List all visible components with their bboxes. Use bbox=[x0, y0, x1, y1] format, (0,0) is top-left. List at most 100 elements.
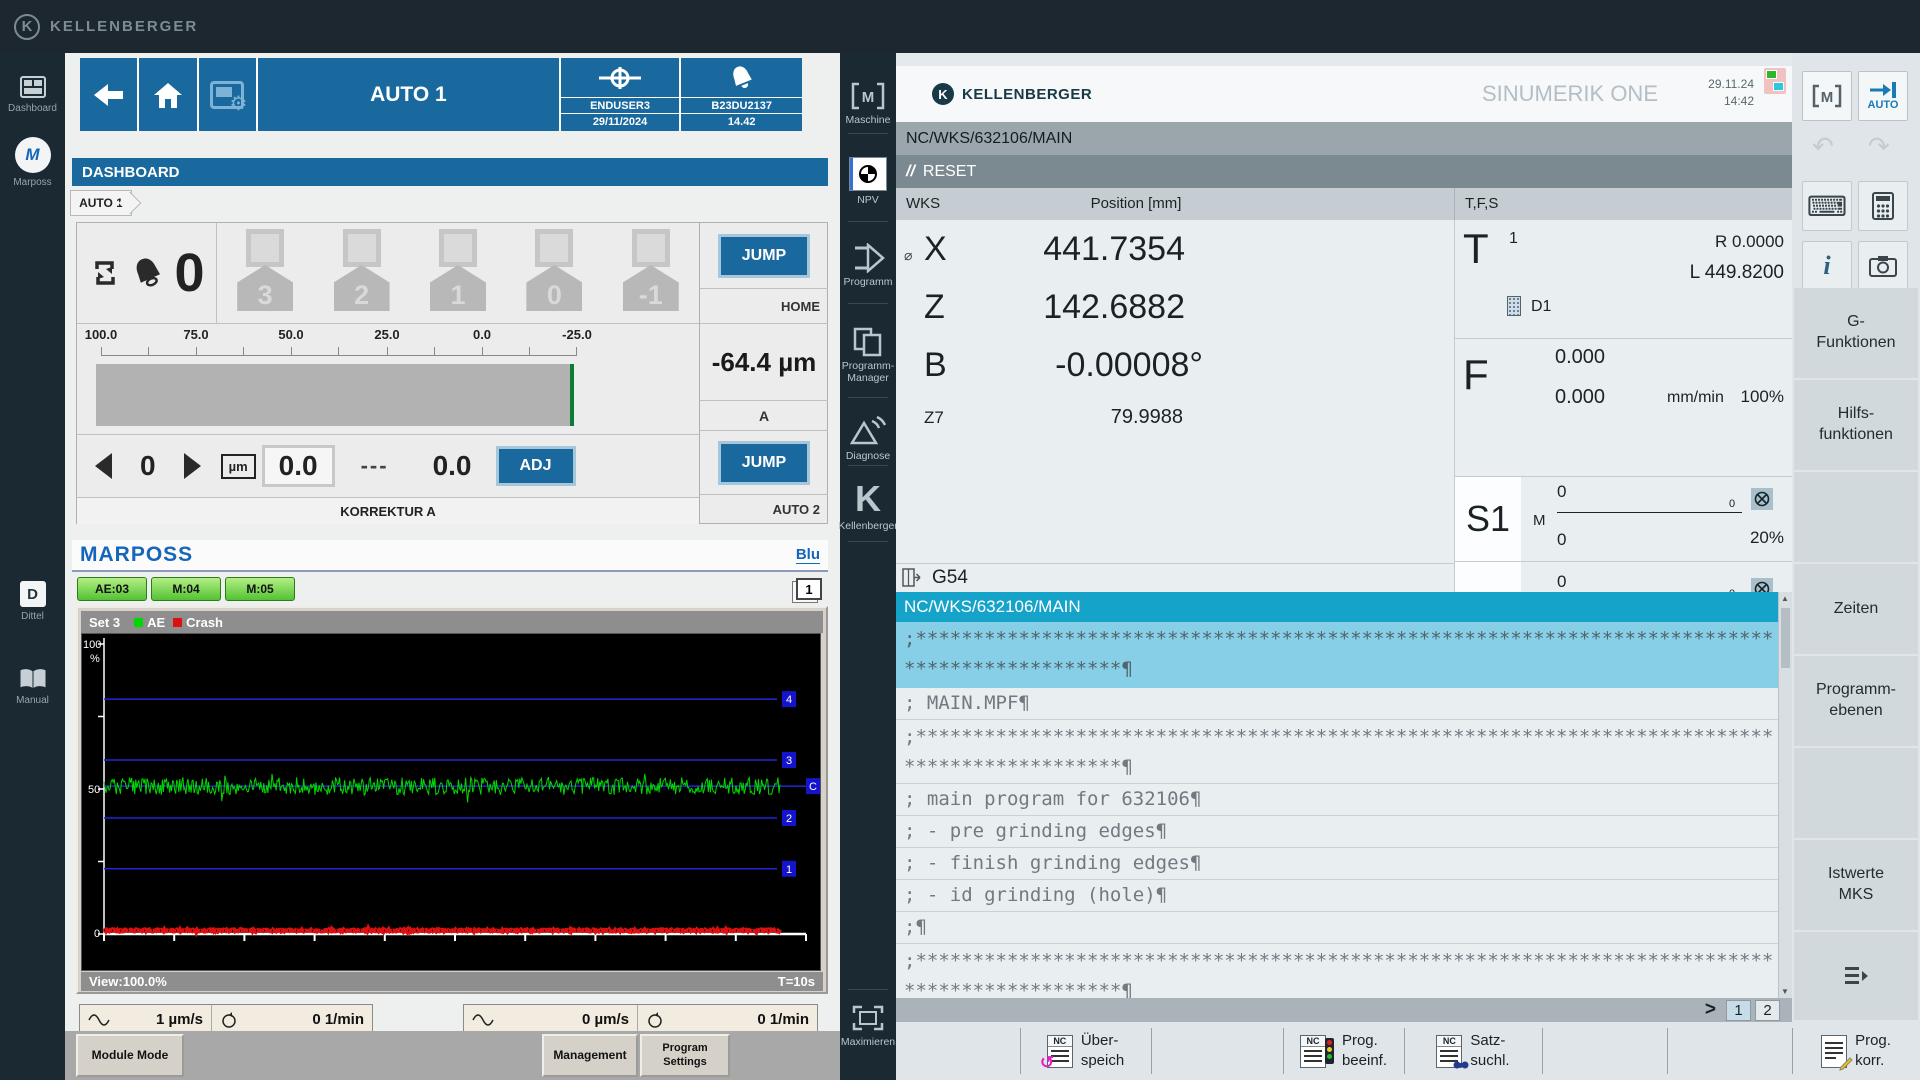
scroll-up-icon[interactable]: ▲ bbox=[1781, 594, 1789, 603]
softkey-menu-extend[interactable] bbox=[1794, 932, 1918, 1020]
pager-page-1[interactable]: 1 bbox=[1726, 1000, 1751, 1021]
scroll-thumb[interactable] bbox=[1781, 608, 1790, 668]
keyboard-button[interactable]: ⌨ bbox=[1802, 181, 1852, 231]
marker-square-icon bbox=[439, 229, 477, 267]
adj-button[interactable]: ADJ bbox=[496, 446, 576, 486]
redo-icon[interactable]: ↷ bbox=[1868, 133, 1890, 159]
sidebar-item-manual[interactable]: Manual bbox=[0, 667, 65, 706]
nav-item-diagnose[interactable]: Diagnose bbox=[840, 415, 896, 462]
softkey-empty[interactable] bbox=[1794, 748, 1918, 838]
spindle1-actual: 0 bbox=[1557, 482, 1566, 502]
position-header: Position [mm] bbox=[1046, 195, 1226, 212]
panel-settings-icon: ⚙ bbox=[210, 81, 244, 109]
softkey-separator bbox=[1151, 1028, 1152, 1074]
home-icon bbox=[152, 80, 184, 110]
program-line[interactable]: ;***************************************… bbox=[896, 720, 1778, 784]
softkey-separator bbox=[1542, 1028, 1543, 1074]
axis-row-x: ⌀ X 441.7354 bbox=[896, 230, 1455, 269]
sidebar-label: Manual bbox=[16, 695, 49, 706]
jump-home-button[interactable]: JUMP bbox=[718, 234, 810, 278]
sidebar-item-dittel[interactable]: D Dittel bbox=[0, 581, 65, 622]
nav-item-npv[interactable]: NPV bbox=[840, 157, 896, 206]
axis-value: 142.6882 bbox=[984, 288, 1455, 327]
softkey-satzsuchlauf[interactable]: NC Satz-suchl. bbox=[1404, 1022, 1542, 1080]
marposs-page-indicator[interactable]: 1 bbox=[796, 578, 822, 600]
softkey-hilfsfunktionen[interactable]: Hilfs-funktionen bbox=[1794, 380, 1918, 470]
program-current-line[interactable]: ;***************************************… bbox=[896, 622, 1778, 688]
softkey-programmebenen[interactable]: Programm-ebenen bbox=[1794, 656, 1918, 746]
program-line[interactable]: ;¶ bbox=[896, 912, 1778, 944]
left-rail: Dashboard M Marposs D Dittel Manual bbox=[0, 53, 65, 1080]
pager-arrow-icon[interactable]: > bbox=[1705, 999, 1716, 1021]
step-increase-icon[interactable] bbox=[184, 453, 201, 479]
tab-ae03[interactable]: AE:03 bbox=[77, 577, 147, 601]
scroll-down-icon[interactable]: ▼ bbox=[1781, 987, 1789, 996]
svg-text:%: % bbox=[90, 653, 100, 665]
unit-toggle[interactable]: µm bbox=[221, 454, 256, 479]
top-brand: KELLENBERGER bbox=[50, 18, 198, 35]
svg-text:M: M bbox=[1821, 89, 1834, 106]
back-button[interactable] bbox=[80, 58, 137, 131]
info-icon: i bbox=[1823, 251, 1830, 281]
sidebar-item-dashboard[interactable]: Dashboard bbox=[0, 75, 65, 114]
gauge-value: -64.4 µm bbox=[712, 347, 817, 378]
program-scrollbar[interactable]: ▲ ▼ bbox=[1778, 592, 1792, 998]
camera-button[interactable] bbox=[1858, 241, 1908, 291]
nav-item-maximize[interactable]: Maximieren bbox=[840, 1003, 896, 1048]
tab-m04[interactable]: M:04 bbox=[151, 577, 221, 601]
offset-value-field[interactable]: 0.0 bbox=[262, 445, 335, 487]
machine-area-button[interactable]: M bbox=[1802, 71, 1852, 121]
pager-page-2[interactable]: 2 bbox=[1755, 1000, 1780, 1021]
legend-ae: AE bbox=[134, 615, 165, 630]
softkey-istwerte-mks[interactable]: IstwerteMKS bbox=[1794, 840, 1918, 930]
tab-m05[interactable]: M:05 bbox=[225, 577, 295, 601]
softkey-zeiten[interactable]: Zeiten bbox=[1794, 564, 1918, 654]
session-user-cell[interactable]: ENDUSER3 29/11/2024 bbox=[561, 58, 680, 131]
program-line[interactable]: ;***************************************… bbox=[896, 944, 1778, 998]
softkey-prog-korr[interactable]: Prog.korr. bbox=[1792, 1022, 1920, 1080]
kellenberger-k-icon: K bbox=[855, 481, 881, 517]
nav-item-programm[interactable]: Programm bbox=[840, 243, 896, 288]
sidebar-item-marposs[interactable]: M Marposs bbox=[0, 137, 65, 188]
step-decrease-icon[interactable] bbox=[95, 453, 112, 479]
program-line[interactable]: ; - pre grinding edges¶ bbox=[896, 816, 1778, 848]
auto-mode-button[interactable]: AUTO bbox=[1858, 71, 1908, 121]
jump-auto2-button[interactable]: JUMP bbox=[718, 441, 810, 485]
svg-text:C: C bbox=[809, 781, 817, 793]
program-line[interactable]: ; main program for 632106¶ bbox=[896, 784, 1778, 816]
nav-item-kellenberger[interactable]: K Kellenberger bbox=[840, 481, 896, 532]
module-mode-button[interactable]: Module Mode bbox=[76, 1034, 184, 1077]
program-line[interactable]: ; - finish grinding edges¶ bbox=[896, 848, 1778, 880]
softkey-empty[interactable] bbox=[1794, 472, 1918, 562]
nav-separator bbox=[848, 989, 888, 990]
session-machine-cell[interactable]: B23DU2137 14.42 bbox=[681, 58, 802, 131]
calculator-button[interactable] bbox=[1858, 181, 1908, 231]
tool-number: 1 bbox=[1509, 230, 1518, 248]
softkey-ueberspeich[interactable]: NC ↺ Über-speich bbox=[1020, 1022, 1151, 1080]
program-settings-button[interactable]: Program Settings bbox=[640, 1034, 730, 1077]
nav-separator bbox=[848, 397, 888, 398]
nc-block-search-icon: NC bbox=[1436, 1035, 1462, 1068]
program-line[interactable]: ; - id grinding (hole)¶ bbox=[896, 880, 1778, 912]
program-line[interactable]: ; MAIN.MPF¶ bbox=[896, 688, 1778, 720]
marker: -1 bbox=[622, 229, 680, 311]
panel-settings-button[interactable]: ⚙ bbox=[199, 58, 256, 131]
info-button[interactable]: i bbox=[1802, 241, 1852, 291]
marker: 3 bbox=[236, 229, 294, 311]
sine-wave-icon bbox=[88, 1012, 110, 1028]
bottom-softkey-strip: NC ↺ Über-speich NC Prog.beeinf. NC Satz… bbox=[896, 1022, 1920, 1080]
camera-icon bbox=[1869, 255, 1897, 277]
softkey-prog-beeinf[interactable]: NC Prog.beeinf. bbox=[1283, 1022, 1404, 1080]
home-button[interactable] bbox=[139, 58, 196, 131]
prog-correct-icon bbox=[1821, 1035, 1847, 1068]
nav-item-programm-manager[interactable]: Programm- Manager bbox=[840, 325, 896, 384]
jump-auto2-cell: JUMP bbox=[700, 431, 828, 495]
program-editor[interactable]: ; MAIN.MPF¶ ;***************************… bbox=[896, 688, 1778, 998]
scale-tick-label: 25.0 bbox=[374, 327, 399, 342]
softkey-g-funktionen[interactable]: G-Funktionen bbox=[1794, 288, 1918, 378]
undo-icon[interactable]: ↶ bbox=[1812, 133, 1834, 159]
screen: K KELLENBERGER Dashboard M Marposs D Dit… bbox=[0, 0, 1920, 1080]
nav-item-maschine[interactable]: M Maschine bbox=[840, 81, 896, 126]
management-button[interactable]: Management bbox=[542, 1034, 638, 1077]
spindle1-mode: M bbox=[1533, 512, 1546, 529]
